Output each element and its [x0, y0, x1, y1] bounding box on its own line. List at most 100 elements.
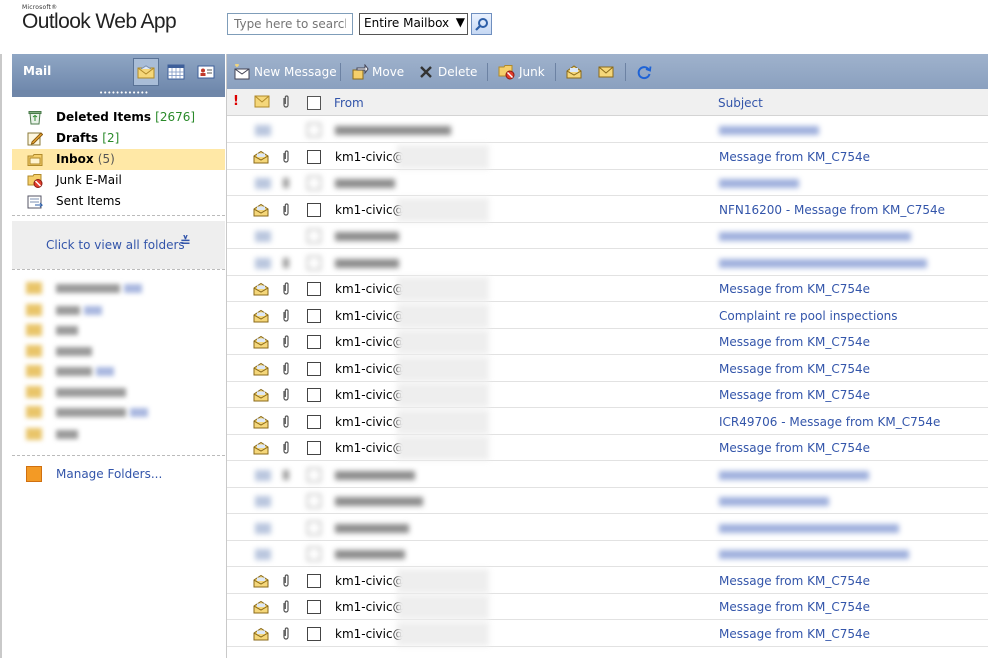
paperclip-icon [281, 626, 291, 644]
folder-count: [2676] [155, 110, 196, 124]
sender: km1-civic@ [335, 626, 405, 641]
message-list-pane: New Message Move Delete Junk ! From Subj… [226, 54, 988, 658]
delete-icon [420, 66, 432, 78]
message-row[interactable] [227, 223, 988, 249]
row-checkbox[interactable] [307, 414, 321, 429]
toolbar: New Message Move Delete Junk [227, 54, 988, 89]
recycle-bin-icon [28, 111, 42, 125]
row-checkbox[interactable] [307, 600, 321, 614]
redacted-folder[interactable] [26, 426, 166, 442]
row-checkbox[interactable] [307, 388, 321, 402]
redacted-folder[interactable] [26, 302, 166, 318]
read-envelope-icon [253, 574, 269, 591]
folder-count: (5) [97, 152, 115, 166]
message-row[interactable]: km1-civic@ Message from KM_C754e [227, 621, 988, 647]
redacted-folder[interactable] [26, 363, 166, 379]
subject-link[interactable]: Message from KM_C754e [719, 627, 870, 641]
redacted-sender-domain [397, 595, 489, 619]
message-row[interactable] [227, 541, 988, 567]
row-checkbox[interactable] [307, 149, 321, 164]
message-row[interactable] [227, 488, 988, 514]
message-row[interactable]: km1-civic@ Message from KM_C754e [227, 382, 988, 408]
row-checkbox[interactable] [307, 282, 321, 296]
message-row[interactable] [227, 117, 988, 143]
search-input[interactable] [227, 13, 353, 35]
drafts-icon [27, 132, 43, 146]
subject-link[interactable]: Message from KM_C754e [719, 441, 870, 455]
mark-unread-button[interactable] [597, 62, 618, 82]
chevron-down-icon: ▼ [455, 15, 465, 29]
paperclip-icon [281, 414, 291, 432]
select-all-checkbox[interactable] [307, 96, 321, 110]
importance-column-icon[interactable]: ! [233, 94, 239, 109]
redacted-folder[interactable] [26, 384, 166, 400]
folder-deleted-items[interactable]: Deleted Items [2676] [12, 107, 225, 128]
row-checkbox[interactable] [307, 361, 321, 376]
delete-button[interactable]: Delete [417, 62, 477, 82]
toolbar-separator [487, 63, 488, 81]
row-checkbox[interactable] [307, 573, 321, 588]
folder-sent-items[interactable]: Sent Items [12, 191, 225, 212]
search-scope-select[interactable]: Entire Mailbox ▼ [359, 13, 468, 35]
from-column-header[interactable]: From [334, 96, 364, 110]
row-checkbox[interactable] [307, 626, 321, 641]
row-checkbox[interactable] [307, 335, 321, 349]
folder-label: Drafts [56, 131, 99, 145]
contacts-view-button[interactable] [193, 58, 219, 86]
message-row[interactable] [227, 170, 988, 196]
subject-link[interactable]: Message from KM_C754e [719, 600, 870, 614]
message-row[interactable]: km1-civic@ NFN16200 - Message from KM_C75… [227, 197, 988, 223]
redacted-sender-domain [397, 277, 489, 301]
subject-link[interactable]: ICR49706 - Message from KM_C754e [719, 415, 940, 429]
message-row[interactable]: km1-civic@ Message from KM_C754e [227, 568, 988, 594]
folder-drafts[interactable]: Drafts [2] [12, 128, 225, 149]
row-checkbox[interactable] [307, 202, 321, 217]
paperclip-icon [281, 334, 291, 352]
subject-link[interactable]: Message from KM_C754e [719, 574, 870, 588]
subject-column-header[interactable]: Subject [718, 96, 763, 110]
message-row[interactable]: km1-civic@ Message from KM_C754e [227, 356, 988, 382]
redacted-folder[interactable] [26, 280, 166, 296]
message-row[interactable] [227, 462, 988, 488]
row-checkbox[interactable] [307, 308, 321, 323]
mail-view-button[interactable] [133, 58, 159, 86]
message-row[interactable]: km1-civic@ Message from KM_C754e [227, 329, 988, 355]
message-row[interactable]: km1-civic@ Message from KM_C754e [227, 276, 988, 302]
subject-link[interactable]: Message from KM_C754e [719, 150, 870, 164]
delete-label: Delete [438, 65, 478, 79]
message-row[interactable]: km1-civic@ Message from KM_C754e [227, 435, 988, 461]
row-checkbox[interactable] [307, 441, 321, 455]
message-row[interactable]: km1-civic@ ICR49706 - Message from KM_C75… [227, 409, 988, 435]
paperclip-icon[interactable] [281, 94, 291, 109]
message-row[interactable]: km1-civic@ Message from KM_C754e [227, 594, 988, 620]
new-message-button[interactable]: New Message [233, 62, 337, 82]
subject-link[interactable]: Complaint re pool inspections [719, 309, 898, 323]
subject-link[interactable]: NFN16200 - Message from KM_C754e [719, 203, 945, 217]
subject-link[interactable]: Message from KM_C754e [719, 362, 870, 376]
view-all-folders-link[interactable]: Click to view all folders ≚ [12, 221, 225, 269]
subject-link[interactable]: Message from KM_C754e [719, 335, 870, 349]
new-message-label: New Message [254, 65, 337, 79]
mark-read-button[interactable] [565, 62, 586, 82]
refresh-button[interactable] [635, 62, 656, 82]
search-button[interactable] [471, 13, 492, 35]
message-row[interactable] [227, 515, 988, 541]
folder-inbox[interactable]: Inbox (5) [12, 149, 225, 170]
redacted-folder[interactable] [26, 404, 166, 420]
subject-link[interactable]: Message from KM_C754e [719, 388, 870, 402]
move-button[interactable]: Move [351, 62, 404, 82]
message-row[interactable]: km1-civic@ Message from KM_C754e [227, 144, 988, 170]
sender: km1-civic@ [335, 335, 405, 349]
pane-resize-grip[interactable]: •••••••••••• [12, 90, 225, 97]
redacted-folder[interactable] [26, 343, 166, 359]
redacted-subject [719, 232, 911, 241]
envelope-icon[interactable] [254, 95, 270, 108]
calendar-view-button[interactable] [163, 58, 189, 86]
redacted-folder[interactable] [26, 322, 166, 338]
message-row[interactable]: km1-civic@ Complaint re pool inspections [227, 303, 988, 329]
subject-link[interactable]: Message from KM_C754e [719, 282, 870, 296]
junk-button[interactable]: Junk [498, 62, 545, 82]
redacted-sender-domain [397, 330, 489, 354]
folder-junk-email[interactable]: Junk E-Mail [12, 170, 225, 191]
message-row[interactable] [227, 250, 988, 276]
